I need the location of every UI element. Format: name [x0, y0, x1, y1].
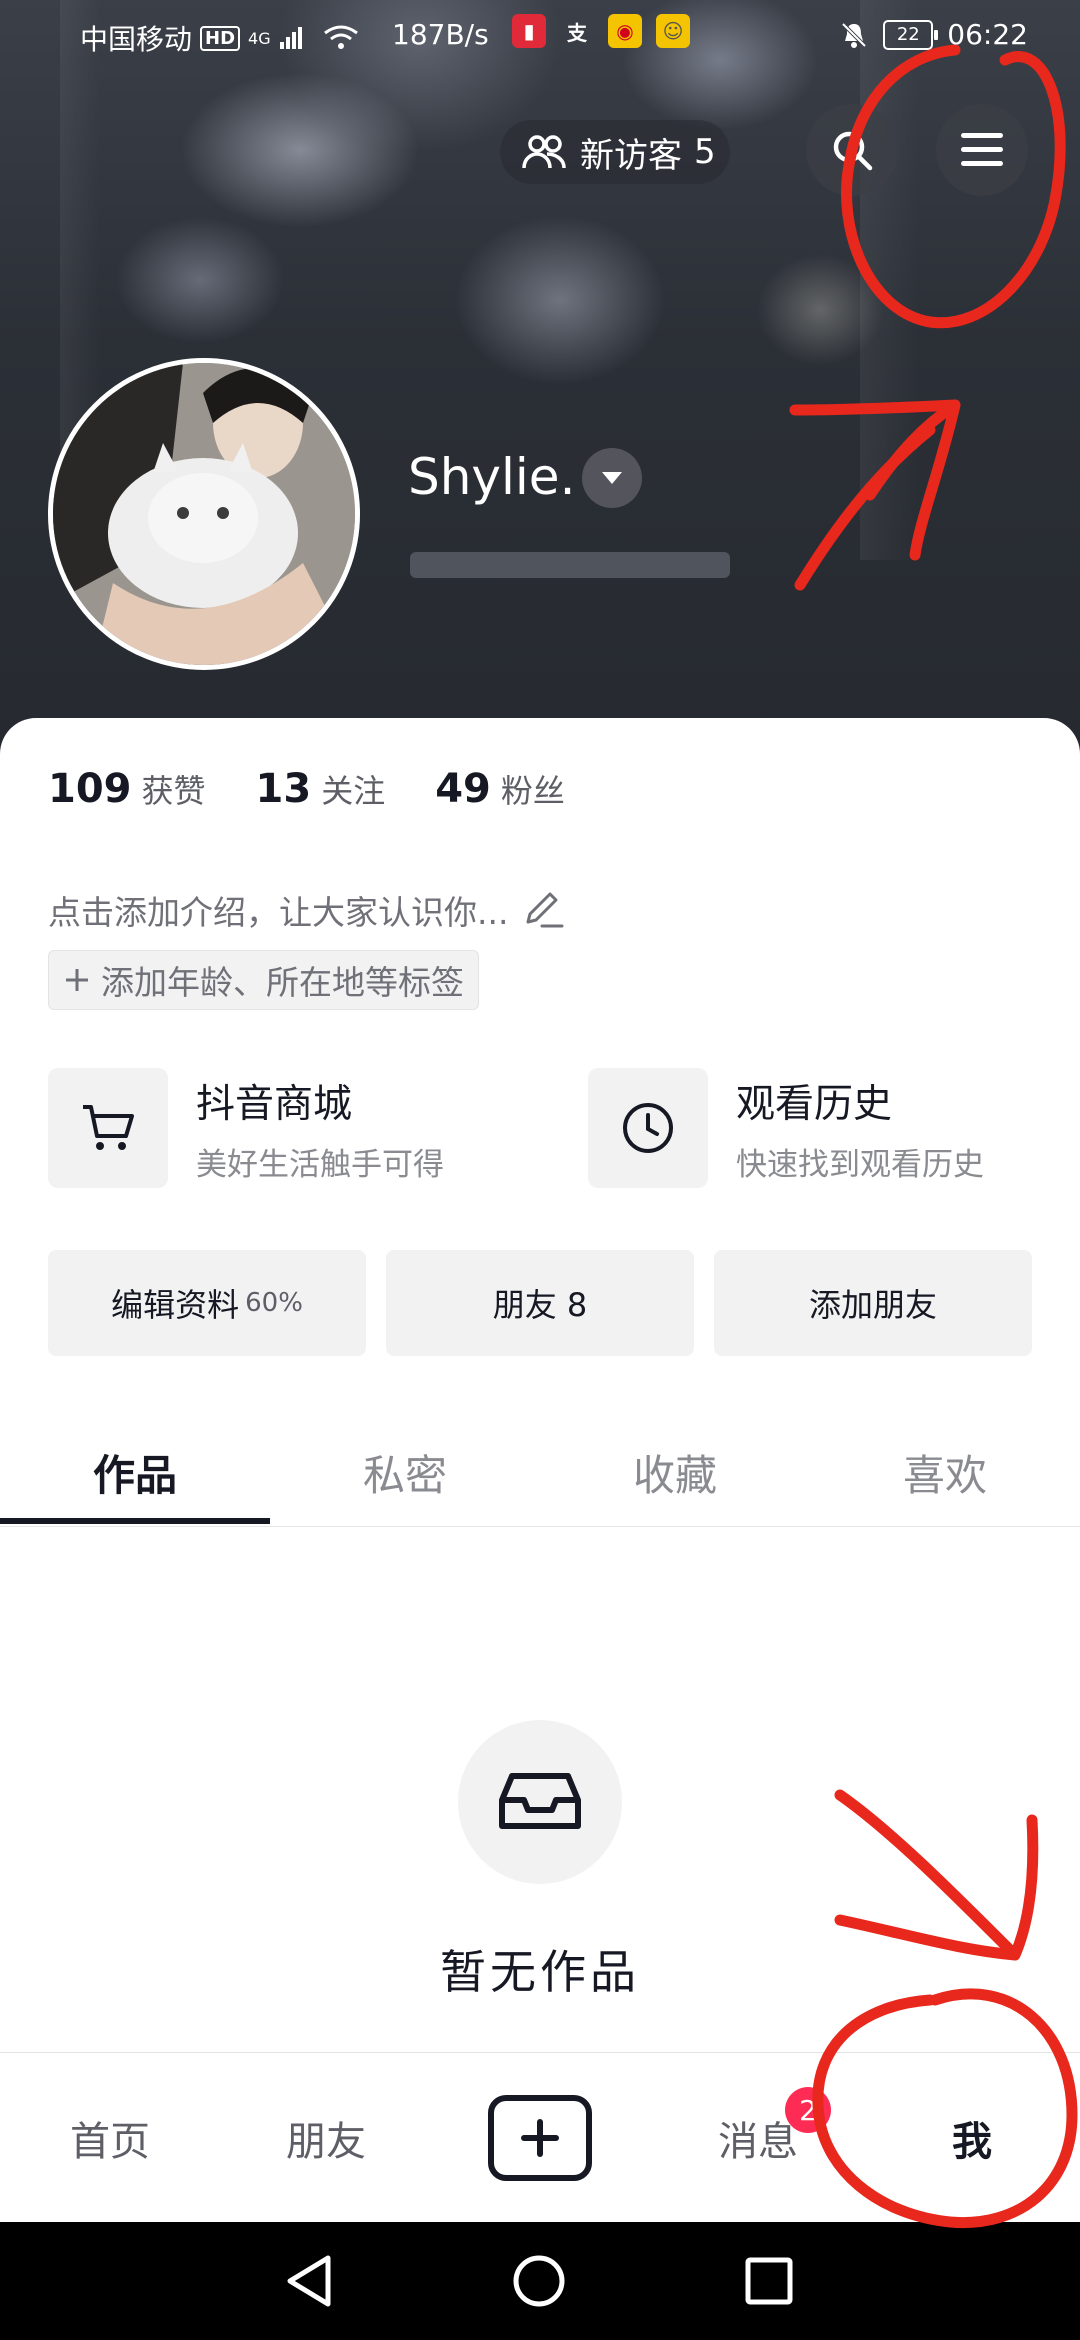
feature-title: 观看历史 [736, 1081, 893, 1127]
home-button[interactable] [506, 2248, 572, 2314]
nav-messages[interactable]: 消息 [678, 2053, 838, 2223]
friends-button[interactable]: 朋友 8 [386, 1250, 694, 1356]
battery-icon: 22 [883, 19, 939, 50]
stat-likes[interactable]: 109 获赞 [48, 766, 206, 812]
clock: 06:22 [947, 18, 1028, 51]
weibo-icon: ◉ [608, 14, 642, 48]
create-post-button[interactable] [488, 2095, 592, 2181]
hamburger-menu-icon [961, 133, 1003, 166]
avatar[interactable] [48, 358, 360, 670]
friends-label: 朋友 8 [492, 1286, 588, 1324]
alipay-icon: 支 [567, 20, 587, 45]
new-visitors-button[interactable]: 新访客 5 [500, 120, 730, 184]
recents-square-icon [745, 2257, 793, 2305]
tag-hint: 添加年龄、所在地等标签 [101, 963, 464, 1002]
signal-bars-icon [279, 27, 302, 49]
tab-likes[interactable]: 喜欢 [810, 1418, 1080, 1526]
visitors-label: 新访客 [580, 135, 682, 176]
nickname: Shylie. [408, 448, 576, 506]
menu-button[interactable] [936, 104, 1028, 196]
clock-icon-box [588, 1068, 708, 1188]
background-image [860, 0, 920, 560]
profile-completion: 60% [245, 1288, 303, 1318]
tab-private[interactable]: 私密 [270, 1418, 540, 1526]
bio-placeholder: 点击添加介绍，让大家认识你... [48, 893, 509, 932]
back-button[interactable] [276, 2248, 342, 2314]
network-speed: 187B/s [392, 18, 489, 51]
cart-icon-box [48, 1068, 168, 1188]
mute-bell-icon [841, 22, 867, 48]
stat-value: 13 [255, 766, 312, 812]
app-icon: ☺ [656, 14, 690, 48]
back-icon [287, 2255, 331, 2307]
visitors-count: 5 [694, 132, 716, 172]
hd-badge: HD [200, 25, 241, 51]
bio-edit[interactable]: 点击添加介绍，让大家认识你... [48, 886, 566, 934]
account-id-blurred [410, 552, 730, 578]
stat-following[interactable]: 13 关注 [256, 766, 386, 812]
bottom-nav: 首页 朋友 消息 2 我 [0, 2052, 1080, 2223]
tab-favorites[interactable]: 收藏 [540, 1418, 810, 1526]
cart-icon [83, 1105, 134, 1150]
wifi-icon [323, 25, 358, 49]
signal-icon: 4G [248, 28, 271, 48]
edit-profile-button[interactable]: 编辑资料 60% [48, 1250, 366, 1356]
people-icon [522, 135, 566, 169]
pencil-icon [526, 892, 564, 928]
carrier-text: 中国移动 [80, 23, 193, 56]
mall-entry[interactable]: 抖音商城 美好生活触手可得 [48, 1068, 444, 1188]
watch-history-entry[interactable]: 观看历史 快速找到观看历史 [588, 1068, 984, 1188]
empty-inbox-icon-box [458, 1720, 622, 1884]
add-tags-button[interactable]: 添加年龄、所在地等标签 [48, 950, 479, 1010]
empty-state-text: 暂无作品 [440, 1945, 640, 1999]
stats-row: 109 获赞 13 关注 49 粉丝 [48, 766, 565, 812]
plus-icon [521, 2119, 559, 2157]
home-circle-icon [513, 2255, 565, 2307]
feature-subtitle: 美好生活触手可得 [196, 1146, 444, 1183]
stat-followers[interactable]: 49 粉丝 [435, 766, 565, 812]
nav-home[interactable]: 首页 [30, 2053, 190, 2223]
nav-friends[interactable]: 朋友 [246, 2053, 406, 2223]
messages-badge: 2 [785, 2087, 831, 2133]
clock-icon [623, 1103, 673, 1153]
recents-button[interactable] [736, 2248, 802, 2314]
caret-down-icon [602, 472, 622, 484]
tab-works[interactable]: 作品 [0, 1418, 270, 1526]
book-app-icon: ▮ [512, 14, 546, 48]
stat-label: 获赞 [141, 772, 206, 810]
feature-subtitle: 快速找到观看历史 [736, 1146, 984, 1183]
add-friend-label: 添加朋友 [808, 1286, 937, 1324]
edit-profile-label: 编辑资料 [111, 1286, 240, 1324]
account-switch-button[interactable] [582, 448, 642, 508]
content-tabs: 作品 私密 收藏 喜欢 [0, 1418, 1080, 1527]
stat-label: 关注 [321, 772, 386, 810]
status-bar: 中国移动 HD 4G 187B/s ▮ 支 ◉ ☺ 22 06:22 [0, 0, 1080, 72]
stat-value: 109 [48, 766, 132, 812]
stat-value: 49 [435, 766, 491, 812]
inbox-icon [499, 1773, 581, 1829]
tab-indicator [0, 1518, 270, 1524]
profile-sheet: 109 获赞 13 关注 49 粉丝 点击添加介绍，让大家认识你... 添加年龄… [0, 718, 1080, 2053]
nav-me[interactable]: 我 [892, 2053, 1052, 2223]
stat-label: 粉丝 [500, 772, 565, 810]
profile-header: 中国移动 HD 4G 187B/s ▮ 支 ◉ ☺ 22 06:22 新访客 5… [0, 0, 1080, 760]
feature-title: 抖音商城 [196, 1081, 353, 1127]
search-icon [833, 131, 873, 171]
search-button[interactable] [806, 104, 898, 196]
plus-icon [66, 969, 88, 991]
add-friend-button[interactable]: 添加朋友 [714, 1250, 1032, 1356]
system-nav-bar [0, 2222, 1080, 2340]
avatar-photo [53, 363, 355, 665]
